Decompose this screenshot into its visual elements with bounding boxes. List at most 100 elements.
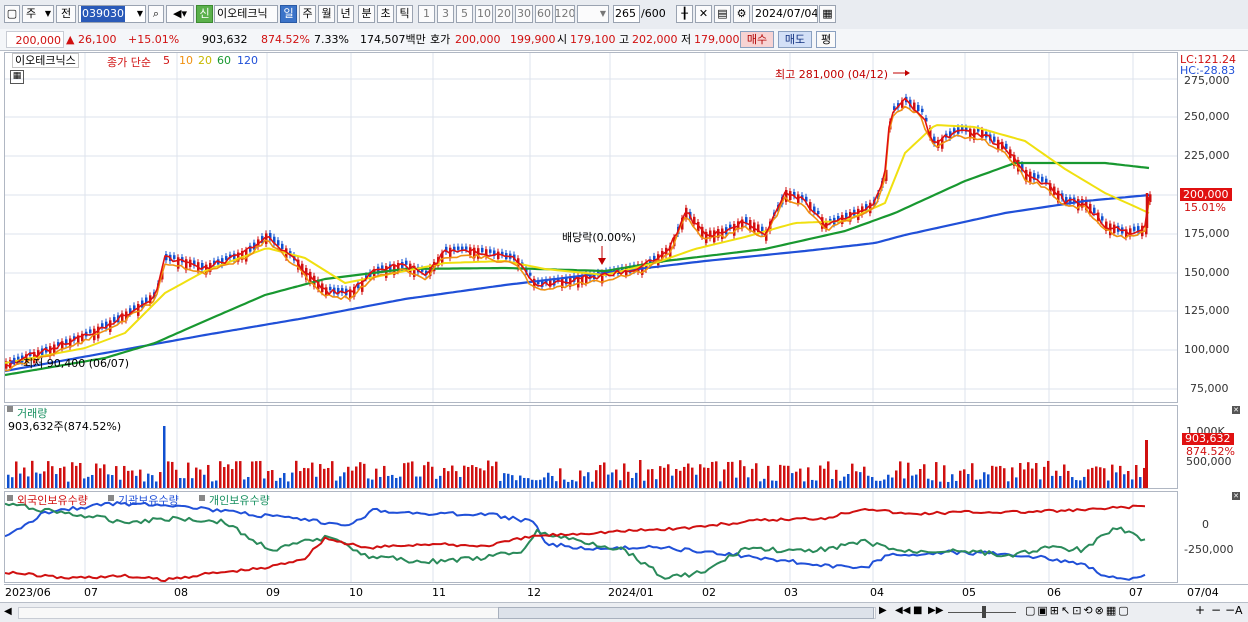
- tf-second-button[interactable]: 초: [377, 5, 394, 23]
- scroll-thumb[interactable]: [498, 607, 874, 619]
- font-size-icon[interactable]: A: [1235, 604, 1243, 617]
- interval-3-button[interactable]: 3: [437, 5, 454, 23]
- current-price: 200,000: [6, 31, 64, 48]
- zoom-in-icon[interactable]: +: [1195, 603, 1205, 617]
- interval-10-button[interactable]: 10: [475, 5, 493, 23]
- close-icon[interactable]: ✕: [1232, 406, 1240, 414]
- stop-icon[interactable]: ■: [913, 605, 922, 616]
- gear-icon[interactable]: ⚙: [733, 5, 750, 23]
- tf-day-button[interactable]: 일: [280, 5, 297, 23]
- candle-body: [841, 215, 844, 225]
- price-chart[interactable]: [5, 53, 1177, 402]
- print-icon[interactable]: ▤: [714, 5, 731, 23]
- volume-bar: [475, 467, 478, 488]
- volume-bar: [815, 480, 818, 488]
- interval-1-button[interactable]: 1: [418, 5, 435, 23]
- candle-icon[interactable]: ╂: [676, 5, 693, 23]
- calendar-icon[interactable]: ▦: [819, 5, 836, 23]
- stock-name-field[interactable]: 이오테크닉: [214, 5, 278, 23]
- window-icon[interactable]: ▢: [4, 5, 20, 23]
- tf-month-button[interactable]: 월: [318, 5, 335, 23]
- date-input[interactable]: 2024/07/04: [752, 5, 818, 23]
- volume-bar: [995, 466, 998, 488]
- buy-button[interactable]: 매수: [740, 31, 774, 48]
- interval-120-button[interactable]: 120: [555, 5, 575, 23]
- eval-button[interactable]: 평: [816, 31, 836, 48]
- volume-bar: [327, 467, 330, 488]
- volume-bar: [727, 461, 730, 488]
- x-axis-label: 2024/01: [608, 586, 654, 599]
- volume-bar: [579, 470, 582, 488]
- volume-chart[interactable]: [5, 406, 1177, 488]
- volume-bar: [495, 461, 498, 488]
- holdings-chart[interactable]: [5, 492, 1177, 582]
- volume-bar: [987, 474, 990, 488]
- volume-bar: [891, 477, 894, 488]
- volume-bar: [211, 481, 214, 488]
- zoom-out-icon[interactable]: −: [1211, 603, 1221, 617]
- interval-20-button[interactable]: 20: [495, 5, 513, 23]
- rewind-icon[interactable]: ◀◀: [895, 605, 910, 616]
- volume-info: 903,632주(874.52%): [8, 420, 122, 433]
- scroll-left-icon[interactable]: ◀: [4, 606, 12, 617]
- volume-bar: [863, 466, 866, 488]
- volume-bar: [699, 464, 702, 488]
- volume-bar: [359, 462, 362, 488]
- volume-bar: [259, 460, 262, 488]
- grid-icon[interactable]: ▦: [10, 70, 24, 84]
- volume-bar: [223, 467, 226, 488]
- volume-bar: [547, 472, 550, 488]
- volume-bar: [1031, 468, 1034, 488]
- low-price: 179,000: [694, 33, 740, 46]
- volume-bar: [983, 472, 986, 488]
- candle-body: [1045, 178, 1048, 183]
- panel-marker-icon: [108, 495, 114, 501]
- interval-60-button[interactable]: 60: [535, 5, 553, 23]
- open-price: 179,100: [570, 33, 616, 46]
- chart-tools-icon[interactable]: ▢▣⊞↖⊡⟲⊗▦▢: [1025, 604, 1131, 617]
- volume-bar: [471, 465, 474, 488]
- tf-minute-button[interactable]: 분: [358, 5, 375, 23]
- speaker-icon[interactable]: ◀▾: [166, 5, 194, 23]
- count-input[interactable]: 265: [613, 5, 640, 23]
- search-icon[interactable]: ⌕: [148, 5, 164, 23]
- x-axis-label: 03: [784, 586, 798, 599]
- volume-bar: [1131, 479, 1134, 488]
- stock-code-input[interactable]: 039030 ▼: [78, 5, 146, 23]
- volume-bar: [707, 467, 710, 488]
- volume-bar: [67, 481, 70, 488]
- volume-bar: [1047, 460, 1050, 488]
- tf-year-button[interactable]: 년: [337, 5, 354, 23]
- crosshair-icon[interactable]: ✕: [695, 5, 712, 23]
- volume-bar: [959, 470, 962, 488]
- current-price-tag: 200,000: [1180, 188, 1232, 201]
- tf-tick-button[interactable]: 틱: [396, 5, 413, 23]
- fast-forward-icon[interactable]: ▶▶: [928, 605, 943, 616]
- zoom-slider-handle[interactable]: [982, 606, 986, 618]
- volume-axis: ✕ 1,000K 903,632 874.52% 500,000: [1178, 405, 1244, 489]
- volume-bar: [591, 481, 594, 488]
- volume-bar: [315, 476, 318, 488]
- sell-button[interactable]: 매도: [778, 31, 812, 48]
- interval-5-button[interactable]: 5: [456, 5, 473, 23]
- volume-bar: [955, 480, 958, 488]
- period-type-select[interactable]: 주 ▼: [22, 5, 54, 23]
- interval-30-button[interactable]: 30: [515, 5, 533, 23]
- candle-body: [265, 233, 268, 244]
- volume-bar: [663, 467, 666, 488]
- candle-body: [529, 272, 532, 276]
- volume-bar: [439, 475, 442, 488]
- x-axis-label: 02: [702, 586, 716, 599]
- tf-week-button[interactable]: 주: [299, 5, 316, 23]
- volume-bar: [899, 461, 902, 488]
- close-icon[interactable]: ✕: [1232, 492, 1240, 500]
- volume-bar: [975, 479, 978, 488]
- candle-body: [465, 246, 468, 250]
- play-icon[interactable]: ▶: [879, 605, 887, 616]
- volume-bar: [555, 481, 558, 488]
- volume-bar: [859, 472, 862, 488]
- interval-custom-select[interactable]: ▼: [577, 5, 609, 23]
- prev-button[interactable]: 전: [56, 5, 76, 23]
- candle-body: [489, 249, 492, 253]
- minus-icon[interactable]: −: [1225, 603, 1235, 617]
